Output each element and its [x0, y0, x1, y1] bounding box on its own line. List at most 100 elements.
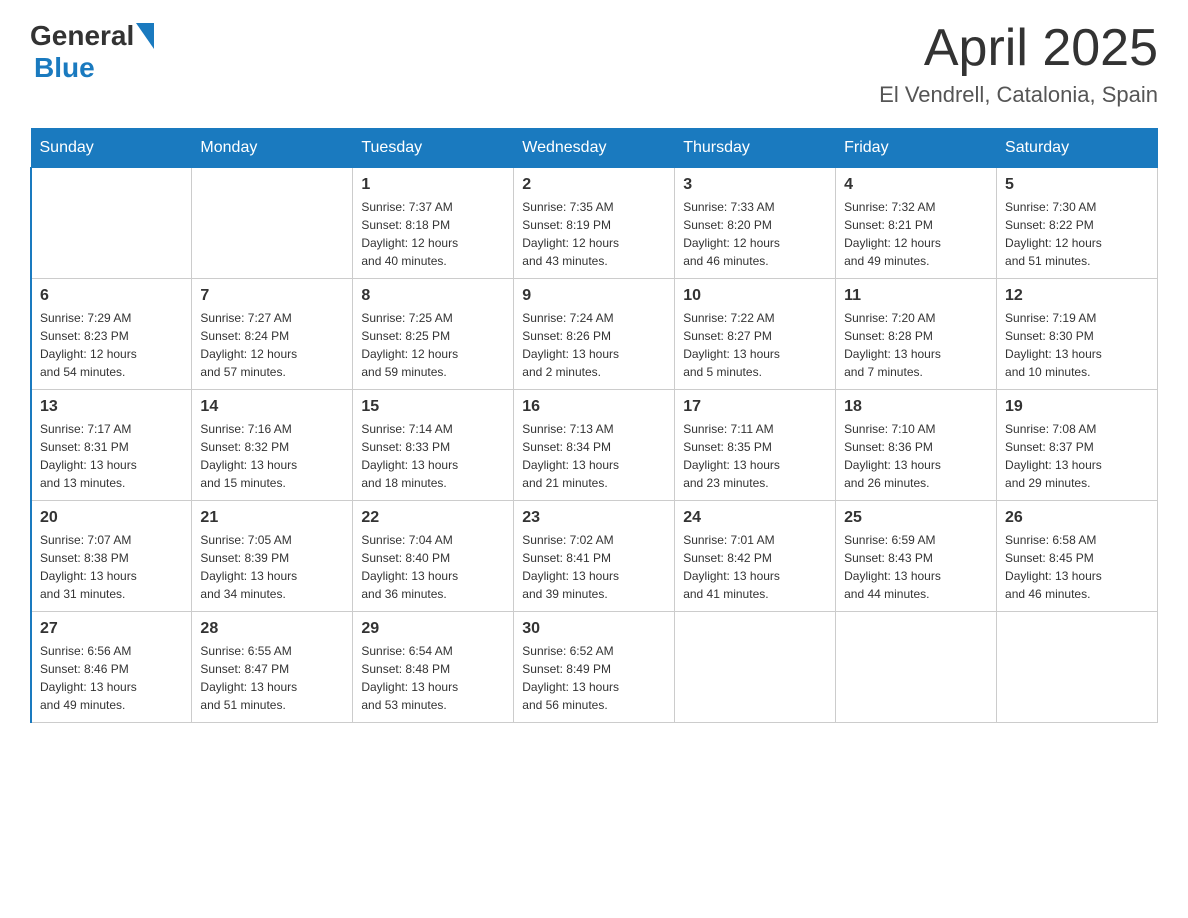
weekday-header-saturday: Saturday [997, 129, 1158, 168]
calendar-cell: 7Sunrise: 7:27 AM Sunset: 8:24 PM Daylig… [192, 279, 353, 390]
day-info: Sunrise: 7:37 AM Sunset: 8:18 PM Dayligh… [361, 198, 505, 270]
day-number: 9 [522, 287, 666, 305]
week-row-1: 1 Sunrise: 7:37 AM Sunset: 8:18 PM Daylig… [31, 168, 1158, 279]
day-number: 23 [522, 509, 666, 527]
weekday-header-monday: Monday [192, 129, 353, 168]
calendar-cell: 5 Sunrise: 7:30 AM Sunset: 8:22 PM Daylig… [997, 168, 1158, 279]
day-info: Sunrise: 7:04 AM Sunset: 8:40 PM Dayligh… [361, 531, 505, 603]
calendar-cell: 21Sunrise: 7:05 AM Sunset: 8:39 PM Dayli… [192, 501, 353, 612]
day-info: Sunrise: 7:16 AM Sunset: 8:32 PM Dayligh… [200, 420, 344, 492]
day-number: 3 [683, 176, 827, 194]
day-info: Sunrise: 7:33 AM Sunset: 8:20 PM Dayligh… [683, 198, 827, 270]
day-info: Sunrise: 7:02 AM Sunset: 8:41 PM Dayligh… [522, 531, 666, 603]
day-number: 10 [683, 287, 827, 305]
week-row-2: 6 Sunrise: 7:29 AM Sunset: 8:23 PM Daylig… [31, 279, 1158, 390]
calendar-cell: 27 Sunrise: 6:56 AM Sunset: 8:46 PM Dayli… [31, 612, 192, 723]
day-number: 4 [844, 176, 988, 194]
day-info: Sunrise: 7:25 AM Sunset: 8:25 PM Dayligh… [361, 309, 505, 381]
day-number: 27 [40, 620, 183, 638]
calendar-cell: 30Sunrise: 6:52 AM Sunset: 8:49 PM Dayli… [514, 612, 675, 723]
calendar-cell: 18Sunrise: 7:10 AM Sunset: 8:36 PM Dayli… [836, 390, 997, 501]
weekday-header-row: SundayMondayTuesdayWednesdayThursdayFrid… [31, 129, 1158, 168]
day-number: 6 [40, 287, 183, 305]
day-info: Sunrise: 7:10 AM Sunset: 8:36 PM Dayligh… [844, 420, 988, 492]
day-info: Sunrise: 7:22 AM Sunset: 8:27 PM Dayligh… [683, 309, 827, 381]
day-info: Sunrise: 7:32 AM Sunset: 8:21 PM Dayligh… [844, 198, 988, 270]
calendar-cell: 10 Sunrise: 7:22 AM Sunset: 8:27 PM Dayli… [675, 279, 836, 390]
logo-general-text: General [30, 20, 134, 52]
calendar-cell [675, 612, 836, 723]
calendar-cell: 25Sunrise: 6:59 AM Sunset: 8:43 PM Dayli… [836, 501, 997, 612]
day-number: 14 [200, 398, 344, 416]
logo: General Blue [30, 20, 154, 84]
day-info: Sunrise: 7:07 AM Sunset: 8:38 PM Dayligh… [40, 531, 183, 603]
day-number: 20 [40, 509, 183, 527]
calendar-cell: 16 Sunrise: 7:13 AM Sunset: 8:34 PM Dayli… [514, 390, 675, 501]
day-info: Sunrise: 6:56 AM Sunset: 8:46 PM Dayligh… [40, 642, 183, 714]
day-info: Sunrise: 7:35 AM Sunset: 8:19 PM Dayligh… [522, 198, 666, 270]
calendar-cell: 6 Sunrise: 7:29 AM Sunset: 8:23 PM Daylig… [31, 279, 192, 390]
day-info: Sunrise: 7:05 AM Sunset: 8:39 PM Dayligh… [200, 531, 344, 603]
day-info: Sunrise: 7:27 AM Sunset: 8:24 PM Dayligh… [200, 309, 344, 381]
logo-flag-icon [136, 23, 154, 49]
week-row-4: 20 Sunrise: 7:07 AM Sunset: 8:38 PM Dayli… [31, 501, 1158, 612]
logo-blue-text: Blue [34, 52, 95, 83]
day-number: 28 [200, 620, 344, 638]
calendar-cell: 3 Sunrise: 7:33 AM Sunset: 8:20 PM Daylig… [675, 168, 836, 279]
calendar-cell: 1 Sunrise: 7:37 AM Sunset: 8:18 PM Daylig… [353, 168, 514, 279]
calendar-cell: 13 Sunrise: 7:17 AM Sunset: 8:31 PM Dayli… [31, 390, 192, 501]
week-row-5: 27 Sunrise: 6:56 AM Sunset: 8:46 PM Dayli… [31, 612, 1158, 723]
weekday-header-friday: Friday [836, 129, 997, 168]
calendar-cell: 29Sunrise: 6:54 AM Sunset: 8:48 PM Dayli… [353, 612, 514, 723]
calendar-cell [997, 612, 1158, 723]
weekday-header-tuesday: Tuesday [353, 129, 514, 168]
day-info: Sunrise: 7:30 AM Sunset: 8:22 PM Dayligh… [1005, 198, 1149, 270]
calendar-cell: 28 Sunrise: 6:55 AM Sunset: 8:47 PM Dayli… [192, 612, 353, 723]
week-row-3: 13 Sunrise: 7:17 AM Sunset: 8:31 PM Dayli… [31, 390, 1158, 501]
day-number: 25 [844, 509, 988, 527]
day-number: 22 [361, 509, 505, 527]
calendar-cell [836, 612, 997, 723]
day-info: Sunrise: 7:19 AM Sunset: 8:30 PM Dayligh… [1005, 309, 1149, 381]
day-number: 17 [683, 398, 827, 416]
calendar-cell: 14 Sunrise: 7:16 AM Sunset: 8:32 PM Dayli… [192, 390, 353, 501]
calendar-cell: 19 Sunrise: 7:08 AM Sunset: 8:37 PM Dayli… [997, 390, 1158, 501]
calendar-table: SundayMondayTuesdayWednesdayThursdayFrid… [30, 128, 1158, 723]
day-number: 12 [1005, 287, 1149, 305]
day-number: 29 [361, 620, 505, 638]
day-number: 26 [1005, 509, 1149, 527]
day-info: Sunrise: 7:17 AM Sunset: 8:31 PM Dayligh… [40, 420, 183, 492]
day-info: Sunrise: 6:52 AM Sunset: 8:49 PM Dayligh… [522, 642, 666, 714]
day-number: 5 [1005, 176, 1149, 194]
day-number: 1 [361, 176, 505, 194]
calendar-cell: 26Sunrise: 6:58 AM Sunset: 8:45 PM Dayli… [997, 501, 1158, 612]
day-number: 16 [522, 398, 666, 416]
day-info: Sunrise: 7:29 AM Sunset: 8:23 PM Dayligh… [40, 309, 183, 381]
day-info: Sunrise: 6:55 AM Sunset: 8:47 PM Dayligh… [200, 642, 344, 714]
calendar-cell: 12 Sunrise: 7:19 AM Sunset: 8:30 PM Dayli… [997, 279, 1158, 390]
calendar-cell: 23 Sunrise: 7:02 AM Sunset: 8:41 PM Dayli… [514, 501, 675, 612]
day-number: 24 [683, 509, 827, 527]
day-info: Sunrise: 7:11 AM Sunset: 8:35 PM Dayligh… [683, 420, 827, 492]
day-info: Sunrise: 7:14 AM Sunset: 8:33 PM Dayligh… [361, 420, 505, 492]
day-number: 13 [40, 398, 183, 416]
day-info: Sunrise: 7:20 AM Sunset: 8:28 PM Dayligh… [844, 309, 988, 381]
calendar-title: April 2025 [879, 20, 1158, 77]
day-number: 15 [361, 398, 505, 416]
page-header: General Blue April 2025 El Vendrell, Cat… [30, 20, 1158, 108]
weekday-header-sunday: Sunday [31, 129, 192, 168]
calendar-subtitle: El Vendrell, Catalonia, Spain [879, 82, 1158, 108]
title-section: April 2025 El Vendrell, Catalonia, Spain [879, 20, 1158, 108]
day-info: Sunrise: 7:08 AM Sunset: 8:37 PM Dayligh… [1005, 420, 1149, 492]
weekday-header-thursday: Thursday [675, 129, 836, 168]
day-number: 11 [844, 287, 988, 305]
day-info: Sunrise: 7:13 AM Sunset: 8:34 PM Dayligh… [522, 420, 666, 492]
calendar-cell: 15 Sunrise: 7:14 AM Sunset: 8:33 PM Dayli… [353, 390, 514, 501]
day-info: Sunrise: 7:24 AM Sunset: 8:26 PM Dayligh… [522, 309, 666, 381]
calendar-cell: 2 Sunrise: 7:35 AM Sunset: 8:19 PM Daylig… [514, 168, 675, 279]
calendar-cell: 20 Sunrise: 7:07 AM Sunset: 8:38 PM Dayli… [31, 501, 192, 612]
weekday-header-wednesday: Wednesday [514, 129, 675, 168]
calendar-cell [31, 168, 192, 279]
day-number: 19 [1005, 398, 1149, 416]
day-number: 2 [522, 176, 666, 194]
